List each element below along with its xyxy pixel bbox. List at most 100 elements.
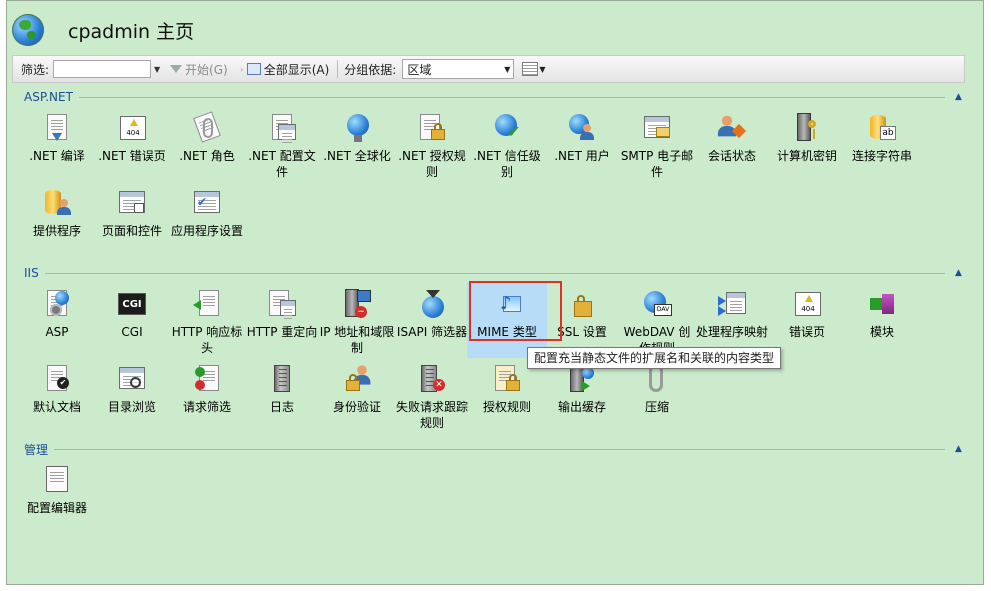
feature-asp[interactable]: ASP <box>17 282 97 358</box>
cgi-icon: CGI <box>116 288 148 320</box>
collapse-icon[interactable]: ▲ <box>955 268 965 278</box>
feature-authentication[interactable]: 身份验证 <box>317 357 397 433</box>
feature-ip-domain-restrictions[interactable]: − IP 地址和域限制 <box>317 282 397 358</box>
feature-label: 身份验证 <box>332 400 381 414</box>
feature-label: .NET 角色 <box>179 149 235 163</box>
view-mode-icon <box>522 62 539 76</box>
smtp-email-icon <box>641 112 673 144</box>
feature-label: 输出缓存 <box>557 400 606 414</box>
feature-label: 计算机密钥 <box>776 149 837 163</box>
section-divider <box>44 272 945 274</box>
feature-dotnet-authorization[interactable]: .NET 授权规则 <box>392 106 472 182</box>
feature-failed-request-tracing[interactable]: ✕ 失败请求跟踪规则 <box>392 357 472 433</box>
webdav-authoring-icon: DAV <box>641 288 673 320</box>
view-mode-button[interactable]: ▼ <box>522 62 546 76</box>
feature-label: 连接字符串 <box>851 149 912 163</box>
feature-dotnet-profile[interactable]: .NET 配置文件 <box>242 106 322 182</box>
feature-directory-browsing[interactable]: 目录浏览 <box>92 357 172 433</box>
section-header-iis[interactable]: IIS ▲ <box>12 265 965 281</box>
session-state-icon <box>716 112 748 144</box>
connection-strings-icon: ab <box>866 112 898 144</box>
chevron-right-icon: › <box>240 64 244 74</box>
feature-label: ASP <box>45 325 69 339</box>
feature-label: 授权规则 <box>482 400 531 414</box>
feature-label: .NET 全球化 <box>323 149 391 163</box>
feature-dotnet-error-pages[interactable]: 404 .NET 错误页 <box>92 106 172 182</box>
feature-label: .NET 授权规则 <box>398 149 466 179</box>
section-title: 管理 <box>24 442 49 457</box>
feature-label: CGI <box>121 325 143 339</box>
filter-input[interactable] <box>53 60 152 78</box>
authorization-rules-icon <box>491 363 523 395</box>
feature-dotnet-users[interactable]: .NET 用户 <box>542 106 622 182</box>
feature-label: 默认文档 <box>32 400 81 414</box>
feature-label: .NET 信任级别 <box>473 149 541 179</box>
ip-domain-restrictions-icon: − <box>341 288 373 320</box>
show-all-label: 全部显示(A) <box>263 62 330 77</box>
dotnet-users-icon <box>566 112 598 144</box>
feature-configuration-editor[interactable]: 配置编辑器 <box>17 458 97 534</box>
section-divider <box>54 448 945 450</box>
feature-dotnet-globalization[interactable]: .NET 全球化 <box>317 106 397 182</box>
start-filter-button[interactable]: 开始(G) <box>170 61 228 78</box>
dotnet-globalization-icon <box>341 112 373 144</box>
feature-modules[interactable]: 模块 <box>842 282 922 358</box>
directory-browsing-icon <box>116 363 148 395</box>
feature-request-filtering[interactable]: 请求筛选 <box>167 357 247 433</box>
feature-pages-controls[interactable]: 页面和控件 <box>92 181 172 257</box>
group-by-value: 区域 <box>407 62 432 77</box>
feature-providers[interactable]: 提供程序 <box>17 181 97 257</box>
dotnet-trust-level-icon: ✔ <box>491 112 523 144</box>
modules-icon <box>866 288 898 320</box>
feature-label: 压缩 <box>644 400 669 414</box>
section-title: ASP.NET <box>24 90 73 104</box>
collapse-icon[interactable]: ▲ <box>955 444 965 454</box>
feature-default-document[interactable]: ✔ 默认文档 <box>17 357 97 433</box>
feature-label: .NET 配置文件 <box>248 149 316 179</box>
configuration-editor-icon <box>41 464 73 496</box>
group-by-select[interactable]: 区域 ▼ <box>402 59 515 79</box>
mime-types-highlight-box <box>469 281 562 341</box>
feature-dotnet-trust-level[interactable]: ✔ .NET 信任级别 <box>467 106 547 182</box>
section-header-aspnet[interactable]: ASP.NET ▲ <box>12 89 965 105</box>
feature-dotnet-roles[interactable]: .NET 角色 <box>167 106 247 182</box>
feature-http-response-headers[interactable]: HTTP 响应标头 <box>167 282 247 358</box>
toolbar: 筛选: ▼ 开始(G) › 全部显示(A) 分组依据: 区域 ▼ ▼ <box>12 55 965 83</box>
feature-label: 会话状态 <box>707 149 756 163</box>
feature-label: 错误页 <box>788 325 825 339</box>
section-header-management[interactable]: 管理 ▲ <box>12 441 965 457</box>
feature-isapi-filters[interactable]: ISAPI 筛选器 <box>392 282 472 358</box>
feature-label: .NET 编译 <box>29 149 85 163</box>
feature-logging[interactable]: 日志 <box>242 357 322 433</box>
feature-label: 失败请求跟踪规则 <box>395 400 468 430</box>
show-all-icon <box>246 63 261 75</box>
ssl-settings-icon <box>566 288 598 320</box>
feature-label: 处理程序映射 <box>695 325 768 339</box>
feature-app-settings[interactable]: ✔ 应用程序设置 <box>167 181 247 257</box>
feature-machine-key[interactable]: 计算机密钥 <box>767 106 847 182</box>
collapse-icon[interactable]: ▲ <box>955 92 965 102</box>
error-pages-icon: 404 <box>791 288 823 320</box>
show-all-button[interactable]: › 全部显示(A) <box>236 61 330 78</box>
section-divider <box>78 96 945 98</box>
feature-label: HTTP 响应标头 <box>171 325 243 355</box>
dotnet-roles-icon <box>191 111 223 144</box>
filter-dropdown-arrow-icon[interactable]: ▼ <box>152 65 162 74</box>
app-settings-icon: ✔ <box>191 187 223 219</box>
feature-connection-strings[interactable]: ab 连接字符串 <box>842 106 922 182</box>
feature-dotnet-compile[interactable]: .NET 编译 <box>17 106 97 182</box>
feature-label: 目录浏览 <box>107 400 156 414</box>
feature-label: 应用程序设置 <box>170 224 243 238</box>
feature-http-redirect[interactable]: HTTP 重定向 <box>242 282 322 358</box>
feature-smtp-email[interactable]: SMTP 电子邮件 <box>617 106 697 182</box>
feature-label: 模块 <box>869 325 894 339</box>
failed-request-tracing-icon: ✕ <box>416 363 448 395</box>
chevron-down-icon: ▼ <box>504 64 511 74</box>
feature-tooltip: 配置充当静态文件的扩展名和关联的内容类型 <box>527 347 782 369</box>
feature-label: .NET 用户 <box>554 149 610 163</box>
feature-session-state[interactable]: 会话状态 <box>692 106 772 182</box>
dotnet-error-pages-icon: 404 <box>116 112 148 144</box>
filter-label: 筛选: <box>21 62 50 77</box>
page-title: cpadmin 主页 <box>68 20 195 43</box>
feature-cgi[interactable]: CGI CGI <box>92 282 172 358</box>
